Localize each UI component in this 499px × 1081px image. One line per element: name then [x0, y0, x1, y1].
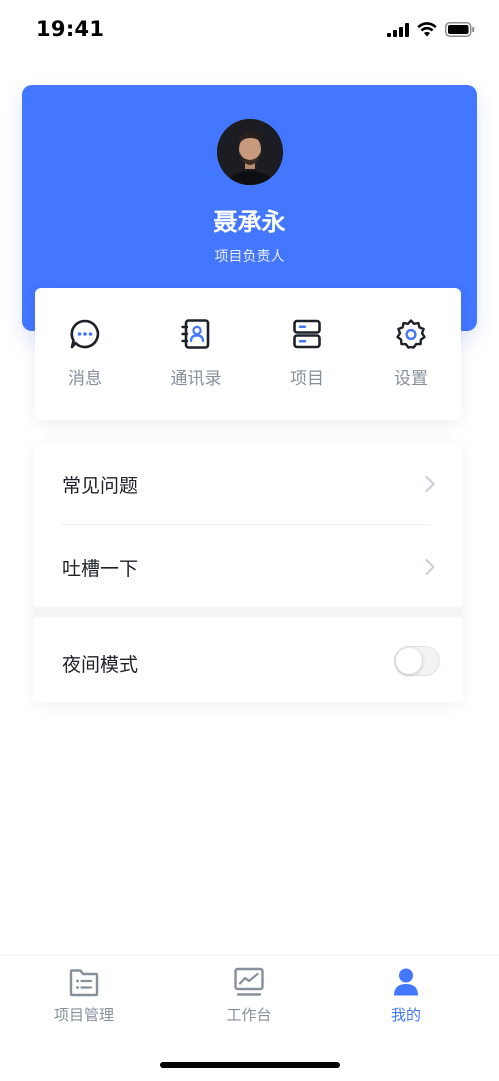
- menu-item-feedback[interactable]: 吐槽一下: [34, 525, 462, 607]
- quick-action-settings[interactable]: 设置: [366, 288, 456, 420]
- menu-item-label: 夜间模式: [62, 654, 139, 676]
- menu-item-faq[interactable]: 常见问题: [34, 443, 462, 524]
- contacts-icon: [181, 319, 210, 349]
- status-time: 19:41: [36, 17, 105, 41]
- battery-icon: [445, 22, 475, 37]
- profile-name: 聂承永: [213, 208, 286, 236]
- dashboard-chart-icon: [234, 967, 264, 996]
- quick-action-project[interactable]: 项目: [262, 288, 352, 420]
- menu-item-label: 吐槽一下: [62, 558, 139, 580]
- project-icon: [293, 319, 321, 349]
- night-mode-toggle[interactable]: [394, 646, 440, 676]
- quick-action-label: 设置: [394, 369, 428, 389]
- settings-menu: 常见问题 吐槽一下 夜间模式: [34, 443, 462, 702]
- avatar[interactable]: [217, 119, 283, 185]
- message-icon: [70, 319, 100, 349]
- quick-actions-panel: 消息 通讯录 项目 设置: [35, 288, 461, 420]
- chevron-right-icon: [425, 559, 435, 575]
- tab-workbench[interactable]: 工作台: [189, 956, 309, 1036]
- quick-action-label: 消息: [68, 369, 102, 389]
- quick-action-messages[interactable]: 消息: [40, 288, 130, 420]
- quick-action-label: 通讯录: [170, 369, 222, 389]
- menu-item-label: 常见问题: [62, 475, 139, 497]
- toggle-knob: [396, 648, 422, 674]
- wifi-icon: [417, 22, 437, 37]
- user-icon: [394, 968, 418, 996]
- quick-action-contacts[interactable]: 通讯录: [151, 288, 241, 420]
- tab-mine[interactable]: 我的: [346, 956, 466, 1036]
- menu-item-night-mode: 夜间模式: [34, 617, 462, 702]
- chevron-right-icon: [425, 476, 435, 492]
- tab-project-management[interactable]: 项目管理: [24, 956, 144, 1036]
- project-list-icon: [69, 969, 99, 997]
- status-icons: [387, 22, 475, 37]
- status-bar: 19:41: [0, 0, 499, 62]
- section-divider: [34, 607, 462, 617]
- quick-action-label: 项目: [290, 369, 324, 389]
- settings-icon: [396, 319, 426, 349]
- home-indicator[interactable]: [160, 1062, 340, 1068]
- tab-label: 工作台: [226, 1006, 272, 1024]
- tab-label: 我的: [390, 1006, 421, 1024]
- cellular-signal-icon: [387, 22, 409, 37]
- profile-role: 项目负责人: [214, 249, 285, 265]
- tab-label: 项目管理: [53, 1006, 114, 1024]
